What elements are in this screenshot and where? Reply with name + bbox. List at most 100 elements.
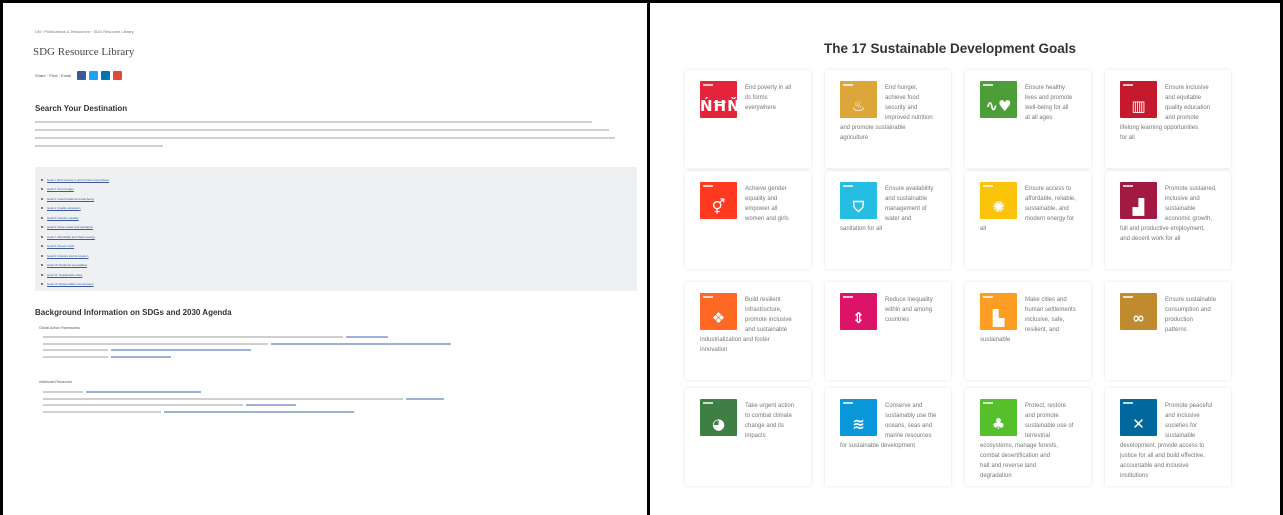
goal-link[interactable]: Goal 1: End poverty in all its forms eve… [41,175,637,185]
goal-card[interactable]: ⛉ Ensure availability and sustainable manag… [825,171,951,269]
goal-description: Promote peaceful and inclusive societies f… [1165,401,1225,441]
goal-description-line: Ensure availability [885,186,934,192]
goal-description-line: inclusive and [1165,196,1200,202]
goal-icon: ▙ [980,293,1017,330]
page-title: SDG Resource Library [33,46,135,58]
bullet-icon [41,264,43,267]
goal-link[interactable]: Goal 12: Responsible consumption [41,280,637,290]
bullet-icon [41,254,43,257]
goal-card[interactable]: ◕ Take urgent action to combat climate chan… [685,388,811,486]
goal-link-text[interactable]: Goal 4: Quality education [47,206,81,210]
goal-description-line: lives and promote [1025,95,1073,101]
goal-description-continued: development, provide access to justice fo… [1120,441,1228,481]
goal-description-line: Ensure access to [1025,186,1072,192]
goal-link[interactable]: Goal 11: Sustainable cities [41,270,637,280]
breadcrumb[interactable]: UN › Publications & Resources › SDG Reso… [35,29,134,34]
goal-links-box: Goal 1: End poverty in all its forms eve… [35,167,637,291]
goal-description-line: combat desertification and [980,453,1051,459]
goal-link-text[interactable]: Goal 11: Sustainable cities [47,273,82,277]
goal-card[interactable]: ♣ Protect, restore and promote sustainable … [965,388,1091,486]
goal-link-text[interactable]: Goal 6: Clean water and sanitation [47,225,93,229]
additional-subheading: Additional Resources [39,380,73,384]
goal-glyph-icon: ✺ [992,198,1005,216]
goal-description-line: Protect, restore [1025,403,1067,409]
goal-link-text[interactable]: Goal 7: Affordable and clean energy [47,235,95,239]
goal-link-text[interactable]: Goal 10: Reduced inequalities [47,263,87,267]
goal-card[interactable]: ▟ Promote sustained, inclusive and sustaina… [1105,171,1231,269]
linkedin-share-button[interactable] [101,70,111,80]
goal-description-line: societies for [1165,423,1198,429]
goal-description-line: Take urgent action [745,403,795,409]
goal-description-line: for all [1120,135,1135,141]
goal-description-line: and sustainable [885,196,928,202]
goal-card[interactable]: ∿♥ Ensure healthy lives and promote well-be… [965,70,1091,168]
goal-glyph-icon: ♣ [991,415,1006,433]
goal-icon: ✺ [980,182,1017,219]
goal-description-line: development, provide access to [1120,443,1205,449]
goal-description: Build resilient infrastructure, promote in… [745,295,805,335]
twitter-share-button[interactable] [89,70,99,80]
sdg-goals-page: The 17 Sustainable Development Goals ŃĦŇ… [650,3,1280,515]
goal-description-line: change and its [745,423,785,429]
goal-card[interactable]: ▥ Ensure inclusive and equitable quality ed… [1105,70,1231,168]
goal-link[interactable]: Goal 5: Gender equality [41,213,637,223]
goal-icon: ∞ [1120,293,1157,330]
goal-link-text[interactable]: Goal 8: Decent work [47,244,74,248]
goal-description-line: quality education [1165,105,1211,111]
goal-description: Ensure healthy lives and promote well-bein… [1025,83,1085,123]
goal-card[interactable]: ŃĦŇ End poverty in all its forms everywhere [685,70,811,168]
email-share-button[interactable] [113,70,123,80]
goal-description-continued: all [980,224,1088,234]
goal-link-text[interactable]: Goal 5: Gender equality [47,216,79,220]
goal-description-line: and sustainable [745,327,788,333]
goal-card[interactable]: ⚥ Achieve gender equality and empower all wo… [685,171,811,269]
goal-link[interactable]: Goal 6: Clean water and sanitation [41,223,637,233]
goal-link-text[interactable]: Goal 3: Good health and well-being [47,197,94,201]
background-list [43,334,493,360]
goal-link[interactable]: Goal 9: Industry and innovation [41,251,637,261]
goal-link[interactable]: Goal 7: Affordable and clean energy [41,232,637,242]
goal-link[interactable]: Goal 10: Reduced inequalities [41,261,637,271]
goal-glyph-icon: ▥ [1131,97,1146,115]
goal-description-continued: industrialization and foster innovation [700,335,808,355]
goal-description-line: production [1165,317,1194,323]
goal-card[interactable]: ≋ Conserve and sustainably use the oceans, … [825,388,951,486]
goal-card[interactable]: ∞ Ensure sustainable consumption and produc… [1105,282,1231,380]
goal-link-text[interactable]: Goal 12: Responsible consumption [47,282,94,286]
goal-link-text[interactable]: Goal 9: Industry and innovation [47,254,89,258]
facebook-share-button[interactable] [77,70,87,80]
bullet-icon [41,188,43,191]
goal-description: Take urgent action to combat climate chang… [745,401,805,441]
goal-description-line: impacts [745,433,766,439]
goal-link[interactable]: Goal 2: Zero hunger [41,185,637,195]
goal-description-line: water and [885,216,912,222]
goal-description-continued: lifelong learning opportunities for all [1120,123,1228,143]
goal-description-line: End poverty in all [745,85,792,91]
goal-card[interactable]: ✕ Promote peaceful and inclusive societies … [1105,388,1231,486]
goal-description-continued: sanitation for all [840,224,948,234]
goal-link-text[interactable]: Goal 1: End poverty in all its forms eve… [47,178,109,182]
goal-card[interactable]: ▙ Make cities and human settlements inclusi… [965,282,1091,380]
goal-description: End poverty in all its forms everywhere [745,83,805,113]
goal-description-line: and promote sustainable [840,125,906,131]
goal-description-line: and decent work for all [1120,236,1181,242]
goal-card[interactable]: ❖ Build resilient infrastructure, promote i… [685,282,811,380]
goal-glyph-icon: ❖ [711,309,726,327]
goal-description-line: Ensure healthy [1025,85,1066,91]
background-subheading: Global Action Frameworks [39,326,80,330]
goal-link[interactable]: Goal 8: Decent work [41,242,637,252]
goal-icon: ▟ [1120,182,1157,219]
goal-glyph-icon: ∞ [1132,309,1145,327]
goal-description-line: industrialization and foster [700,337,770,343]
goal-description-line: Ensure sustainable [1165,297,1217,303]
goal-link[interactable]: Goal 3: Good health and well-being [41,194,637,204]
goal-card[interactable]: ✺ Ensure access to affordable, reliable, su… [965,171,1091,269]
goal-link[interactable]: Goal 4: Quality education [41,204,637,214]
goal-card[interactable]: ⇕ Reduce inequality within and among countr… [825,282,951,380]
goal-description-line: terrestrial [1025,433,1051,439]
goal-description-line: sustainable [980,337,1011,343]
goal-card[interactable]: ♨ End hunger, achieve food security and impr… [825,70,951,168]
goal-link-text[interactable]: Goal 2: Zero hunger [47,187,74,191]
section-heading-background: Background Information on SDGs and 2030 … [35,308,232,317]
goal-glyph-icon: ⛉ [852,198,865,216]
